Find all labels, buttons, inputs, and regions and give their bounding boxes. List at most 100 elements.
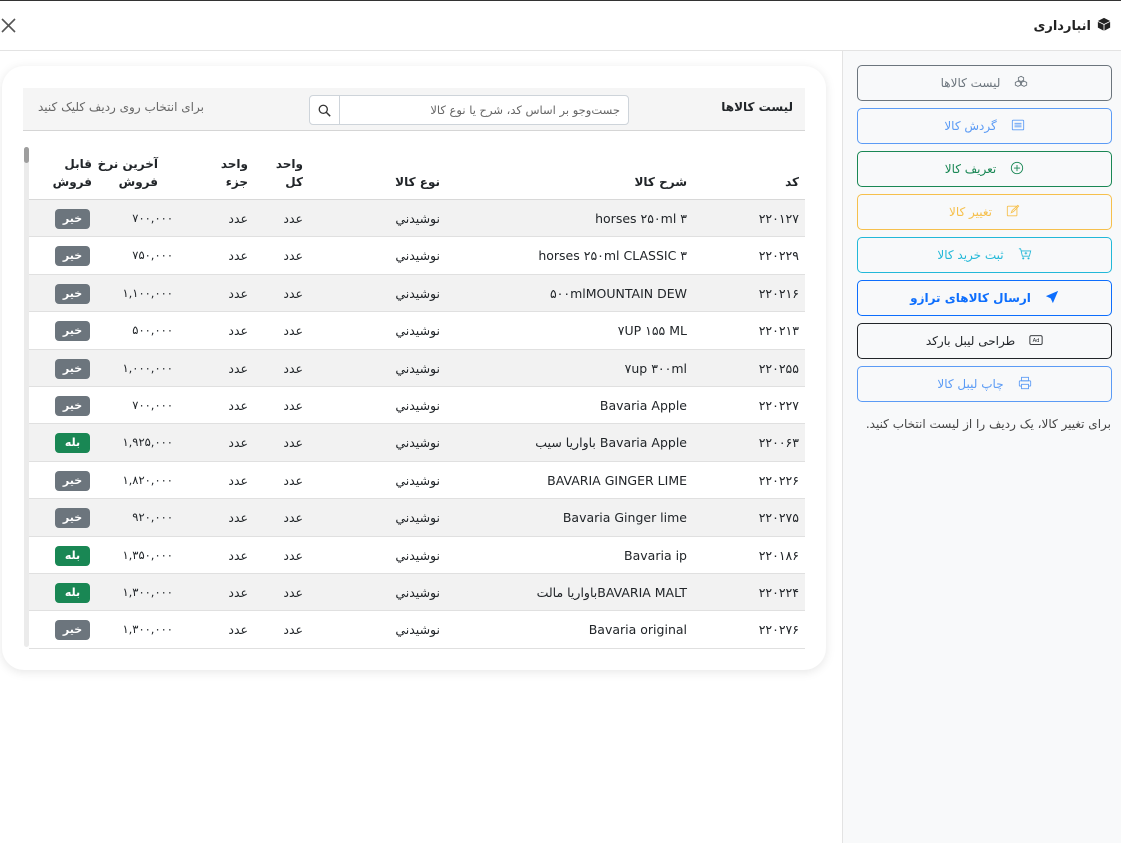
cell-type: نوشيدني xyxy=(395,472,440,488)
cell-code: ۲۲۰۰۶۳ xyxy=(758,435,799,451)
product-turnover-button[interactable]: گردش کالا xyxy=(857,108,1112,144)
header-last-price-line1: آخرین نرخ xyxy=(97,157,158,171)
cell-type: نوشيدني xyxy=(395,397,440,413)
product-list-label: لیست کالاها xyxy=(940,76,1001,90)
sellable-badge: بله xyxy=(55,433,90,454)
cell-code: ۲۲۰۲۲۴ xyxy=(758,584,799,600)
register-purchase-button[interactable]: ثبت خرید کالا xyxy=(857,237,1112,273)
title-bar: انبارداری xyxy=(0,0,1121,51)
cell-unit-whole: عدد xyxy=(283,360,303,376)
list-toolbar: لیست کالاها برای انتخاب روی ردیف کلیک کن… xyxy=(23,88,805,131)
header-unit-whole: واحد کل xyxy=(276,155,303,191)
cell-last-price: ۱,۹۲۵,۰۰۰ xyxy=(122,435,173,450)
cell-unit-whole: عدد xyxy=(283,547,303,563)
header-sellable-line1: قابل xyxy=(64,157,92,171)
cell-last-price: ۱,۳۰۰,۰۰۰ xyxy=(122,584,173,599)
table-row[interactable]: ۲۲۰۲۲۷ Bavaria Apple نوشيدني عدد عدد ۷۰۰,۰۰۰ خ… xyxy=(29,387,805,425)
sellable-badge: خیر xyxy=(55,358,90,379)
close-icon[interactable] xyxy=(0,15,20,37)
cell-type: نوشيدني xyxy=(395,360,440,376)
sellable-badge: خیر xyxy=(55,283,90,304)
table-row[interactable]: ۲۲۰۲۱۶ ۵۰۰mlMOUNTAIN DEW نوشيدني عدد عدد ۱,۱۰… xyxy=(29,274,805,313)
barcode-label-design-button[interactable]: Ad طراحی لیبل بارکد xyxy=(857,323,1112,359)
cell-code: ۲۲۰۲۲۹ xyxy=(758,248,799,264)
cell-code: ۲۲۰۱۲۷ xyxy=(758,211,799,226)
table-row[interactable]: ۲۲۰۲۲۶ BAVARIA GINGER LIME نوشيدني عدد عدد ۱,… xyxy=(29,462,805,500)
sellable-badge: خیر xyxy=(55,395,90,416)
cell-description: ۷UP ۱۵۵ ML xyxy=(617,323,687,339)
cell-unit-part: عدد xyxy=(228,248,248,264)
product-list-button[interactable]: لیست کالاها xyxy=(857,65,1112,101)
cell-code: ۲۲۰۲۵۵ xyxy=(758,360,799,376)
table-row[interactable]: ۲۲۰۲۷۵ Bavaria Ginger lime نوشيدني عدد عدد ۹۲… xyxy=(29,499,805,537)
header-type: نوع کالا xyxy=(395,175,440,189)
table-row[interactable]: ۲۲۰۲۵۵ ۷up ۳۰۰ml نوشيدني عدد عدد ۱,۰۰۰,۰۰۰ خیر xyxy=(29,349,805,387)
cell-code: ۲۲۰۲۱۶ xyxy=(758,285,799,301)
printer-icon xyxy=(1018,376,1032,393)
cell-unit-whole: عدد xyxy=(283,435,303,451)
cell-last-price: ۹۲۰,۰۰۰ xyxy=(132,510,173,525)
edit-icon xyxy=(1006,204,1020,221)
cell-type: نوشيدني xyxy=(395,211,440,226)
header-last-price: آخرین نرخ فروش xyxy=(98,155,158,191)
cell-type: نوشيدني xyxy=(395,435,440,451)
cell-description: ۵۰۰mlMOUNTAIN DEW xyxy=(549,285,687,301)
search-box xyxy=(309,95,629,125)
cell-unit-whole: عدد xyxy=(283,510,303,526)
header-sellable-line2: فروش xyxy=(52,175,92,189)
table-row[interactable]: ۲۲۰۲۱۳ ۷UP ۱۵۵ ML نوشيدني عدد عدد ۵۰۰,۰۰۰ خیر xyxy=(29,312,805,350)
cell-last-price: ۱,۱۰۰,۰۰۰ xyxy=(122,285,173,300)
header-unit-part: واحد جزء xyxy=(221,155,248,191)
cell-last-price: ۱,۸۲۰,۰۰۰ xyxy=(122,472,173,487)
cell-last-price: ۱,۳۵۰,۰۰۰ xyxy=(122,547,173,562)
cell-code: ۲۲۰۲۱۳ xyxy=(758,323,799,339)
cell-unit-part: عدد xyxy=(228,397,248,413)
cell-unit-whole: عدد xyxy=(283,323,303,339)
print-product-label-button[interactable]: چاپ لیبل کالا xyxy=(857,366,1112,402)
cell-type: نوشيدني xyxy=(395,323,440,339)
sellable-badge: خیر xyxy=(55,209,90,229)
sellable-badge: بله xyxy=(55,582,90,603)
table-row[interactable]: ۲۲۰۱۲۷ horses ۲۵۰ml ۳ نوشيدني عدد عدد ۷۰۰,۰۰۰… xyxy=(29,200,805,238)
sellable-badge: خیر xyxy=(55,246,90,267)
sellable-badge: خیر xyxy=(55,508,90,529)
table-row[interactable]: ۲۲۰۲۲۴ BAVARIA MALTباواريا مالت نوشيدني عدد… xyxy=(29,573,805,612)
cell-unit-part: عدد xyxy=(228,285,248,301)
table-row[interactable]: ۲۲۰۰۶۳ Bavaria Apple باواريا سيب نوشيدني عد… xyxy=(29,424,805,462)
cell-description: BAVARIA GINGER LIME xyxy=(547,472,687,488)
cell-last-price: ۷۰۰,۰۰۰ xyxy=(132,211,173,225)
send-scale-products-button[interactable]: ارسال کالاهای ترازو xyxy=(857,280,1112,316)
header-unit-whole-line2: کل xyxy=(285,175,303,189)
cell-code: ۲۲۰۲۷۵ xyxy=(758,510,799,526)
cell-unit-whole: عدد xyxy=(283,397,303,413)
send-scale-products-label: ارسال کالاهای ترازو xyxy=(910,291,1031,305)
cell-unit-part: عدد xyxy=(228,584,248,600)
cell-description: Bavaria ip xyxy=(624,547,687,563)
cell-unit-part: عدد xyxy=(228,435,248,451)
edit-product-button[interactable]: تغییر کالا xyxy=(857,194,1112,230)
header-sellable: قابل فروش xyxy=(53,155,92,191)
cell-unit-part: عدد xyxy=(228,510,248,526)
table-row[interactable]: ۲۲۰۲۲۹ horses ۲۵۰ml CLASSIC ۳ نوشيدني عدد عد… xyxy=(29,237,805,275)
cell-type: نوشيدني xyxy=(395,584,440,600)
cell-description: horses ۲۵۰ml ۳ xyxy=(595,211,687,226)
edit-hint-text: برای تغییر کالا، یک ردیف را از لیست انتخ… xyxy=(865,417,1111,431)
search-icon[interactable] xyxy=(310,96,340,124)
sellable-badge: خیر xyxy=(55,321,90,342)
sidebar: لیست کالاها گردش کالا تعریف کالا تغییر ک… xyxy=(842,51,1121,843)
cell-unit-part: عدد xyxy=(228,472,248,488)
list-title: لیست کالاها xyxy=(721,100,793,114)
table-row[interactable]: ۲۲۰۱۸۶ Bavaria ip نوشيدني عدد عدد ۱,۳۵۰,۰۰۰ بل… xyxy=(29,537,805,574)
svg-text:Ad: Ad xyxy=(1033,338,1040,344)
product-turnover-label: گردش کالا xyxy=(944,119,997,133)
header-description: شرح کالا xyxy=(634,175,687,189)
cell-description: Bavaria Ginger lime xyxy=(562,510,687,526)
cell-description: Bavaria original xyxy=(588,622,687,638)
box-icon xyxy=(1097,17,1111,35)
table-row[interactable]: ۲۲۰۲۷۶ Bavaria original نوشيدني عدد عدد ۱,۳۰۰… xyxy=(29,611,805,649)
search-input[interactable] xyxy=(340,96,628,124)
define-product-label: تعریف کالا xyxy=(944,162,997,176)
define-product-button[interactable]: تعریف کالا xyxy=(857,151,1112,187)
edit-product-label: تغییر کالا xyxy=(948,205,993,219)
cell-description: ۷up ۳۰۰ml xyxy=(624,360,687,376)
